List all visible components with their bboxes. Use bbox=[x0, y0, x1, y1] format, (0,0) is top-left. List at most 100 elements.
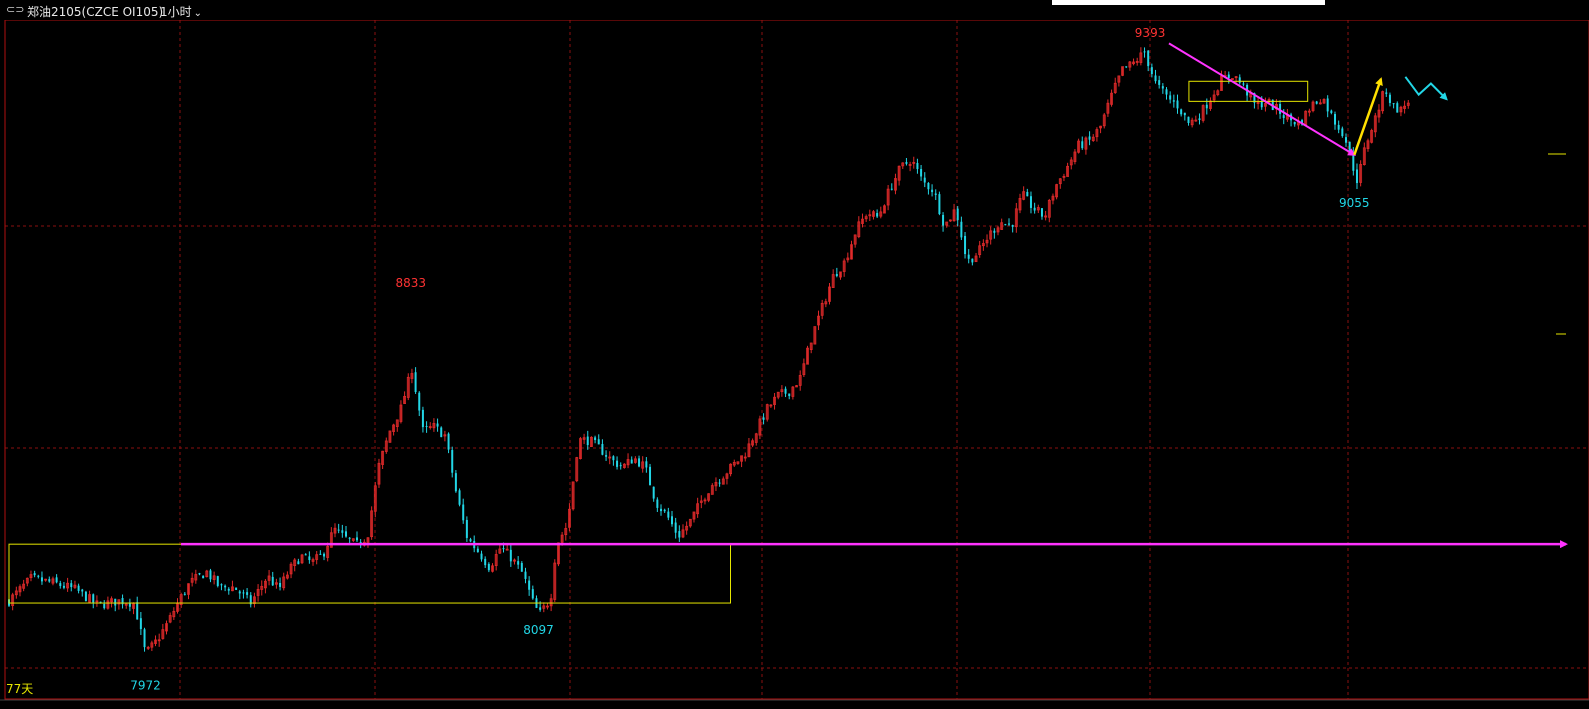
candle-body bbox=[344, 531, 347, 537]
candle-body bbox=[84, 591, 87, 602]
candle-body bbox=[586, 436, 589, 446]
candle-body bbox=[938, 194, 941, 214]
low-price-label: 7972 bbox=[130, 679, 161, 693]
period-label: 1小时 bbox=[160, 5, 192, 19]
candle-body bbox=[1172, 100, 1175, 102]
candle-body bbox=[1004, 224, 1007, 226]
candle-body bbox=[678, 531, 681, 538]
candle-body bbox=[304, 554, 307, 556]
candle-body bbox=[674, 522, 677, 533]
candle-body bbox=[271, 576, 274, 586]
candle-body bbox=[531, 589, 534, 599]
candle-body bbox=[905, 162, 908, 164]
candle-body bbox=[1088, 136, 1091, 140]
candle-body bbox=[48, 579, 51, 582]
candle-body bbox=[1026, 191, 1029, 197]
high-price-label: 8833 bbox=[396, 276, 427, 290]
candle-body bbox=[601, 443, 604, 455]
candle-body bbox=[341, 530, 344, 533]
candle-body bbox=[476, 548, 479, 553]
chevron-down-icon: ⌄ bbox=[193, 8, 203, 19]
candle-body bbox=[139, 618, 142, 630]
candlestick-series bbox=[8, 47, 1410, 652]
candle-body bbox=[649, 466, 652, 486]
candle-body bbox=[421, 409, 424, 428]
candle-body bbox=[451, 450, 454, 473]
candle-body bbox=[414, 372, 417, 392]
candle-body bbox=[242, 592, 245, 594]
candle-body bbox=[528, 580, 531, 590]
candle-body bbox=[1227, 74, 1230, 78]
candle-body bbox=[1388, 94, 1391, 103]
candle-body bbox=[1337, 124, 1340, 130]
candle-body bbox=[1326, 98, 1329, 112]
candle-body bbox=[216, 576, 219, 586]
period-selector[interactable]: 1小时 ⌄ bbox=[160, 3, 202, 20]
candle-body bbox=[1011, 225, 1014, 227]
candle-body bbox=[1033, 207, 1036, 211]
candle-body bbox=[1348, 141, 1351, 152]
candle-body bbox=[524, 571, 527, 579]
candle-body bbox=[1176, 100, 1179, 109]
candle-body bbox=[520, 563, 523, 572]
candle-body bbox=[99, 601, 102, 603]
candle-body bbox=[920, 168, 923, 177]
candle-body bbox=[279, 582, 282, 587]
candle-body bbox=[209, 570, 212, 580]
candle-body bbox=[509, 549, 512, 562]
candle-body bbox=[934, 193, 937, 195]
candle-body bbox=[1282, 115, 1285, 118]
candle-body bbox=[484, 558, 487, 566]
candle-body bbox=[70, 583, 73, 588]
candle-body bbox=[1315, 101, 1318, 104]
candle-body bbox=[1385, 92, 1388, 94]
candle-body bbox=[59, 583, 62, 586]
chart-frame bbox=[4, 19, 1589, 700]
candle-body bbox=[652, 486, 655, 499]
candle-body bbox=[202, 575, 205, 579]
candle-body bbox=[440, 427, 443, 438]
candle-body bbox=[224, 585, 227, 588]
candle-body bbox=[630, 459, 633, 464]
candle-body bbox=[967, 254, 970, 259]
candle-body bbox=[143, 629, 146, 648]
candle-body bbox=[1081, 141, 1084, 149]
candle-body bbox=[337, 529, 340, 531]
candle-body bbox=[220, 584, 223, 586]
candle-body bbox=[964, 235, 967, 255]
candle-body bbox=[114, 598, 117, 606]
candle-body bbox=[487, 563, 490, 571]
candle-body bbox=[1187, 116, 1190, 123]
candle-body bbox=[355, 537, 358, 541]
candle-body bbox=[1154, 75, 1157, 82]
candle-body bbox=[238, 591, 241, 594]
candle-body bbox=[458, 490, 461, 505]
candle-body bbox=[183, 593, 186, 595]
candle-body bbox=[1355, 169, 1358, 184]
candle-body bbox=[1169, 95, 1172, 100]
candle-body bbox=[1238, 77, 1241, 83]
candle-body bbox=[1158, 80, 1161, 85]
candle-body bbox=[55, 577, 58, 583]
candle-body bbox=[960, 221, 963, 238]
candle-body bbox=[1293, 122, 1296, 125]
price-chart[interactable]: 9393 8833 8097 7972 9055 77天 bbox=[0, 0, 1589, 709]
candle-body bbox=[425, 425, 428, 427]
candle-body bbox=[1344, 137, 1347, 143]
search-input[interactable] bbox=[1052, 0, 1325, 5]
candle-body bbox=[1161, 86, 1164, 89]
drawing-objects[interactable] bbox=[8, 42, 1568, 604]
link-icon[interactable]: ⊂⊃ bbox=[6, 3, 24, 16]
candle-body bbox=[198, 573, 201, 575]
projection-arrow bbox=[1404, 76, 1448, 101]
candle-body bbox=[348, 537, 351, 539]
candle-body bbox=[539, 607, 542, 610]
candle-body bbox=[1125, 66, 1128, 68]
candle-body bbox=[436, 423, 439, 427]
candle-body bbox=[656, 499, 659, 508]
days-label: 77天 bbox=[6, 682, 33, 696]
candle-body bbox=[1007, 223, 1010, 225]
candle-body bbox=[971, 258, 974, 263]
candle-body bbox=[319, 553, 322, 555]
candle-body bbox=[62, 585, 65, 588]
